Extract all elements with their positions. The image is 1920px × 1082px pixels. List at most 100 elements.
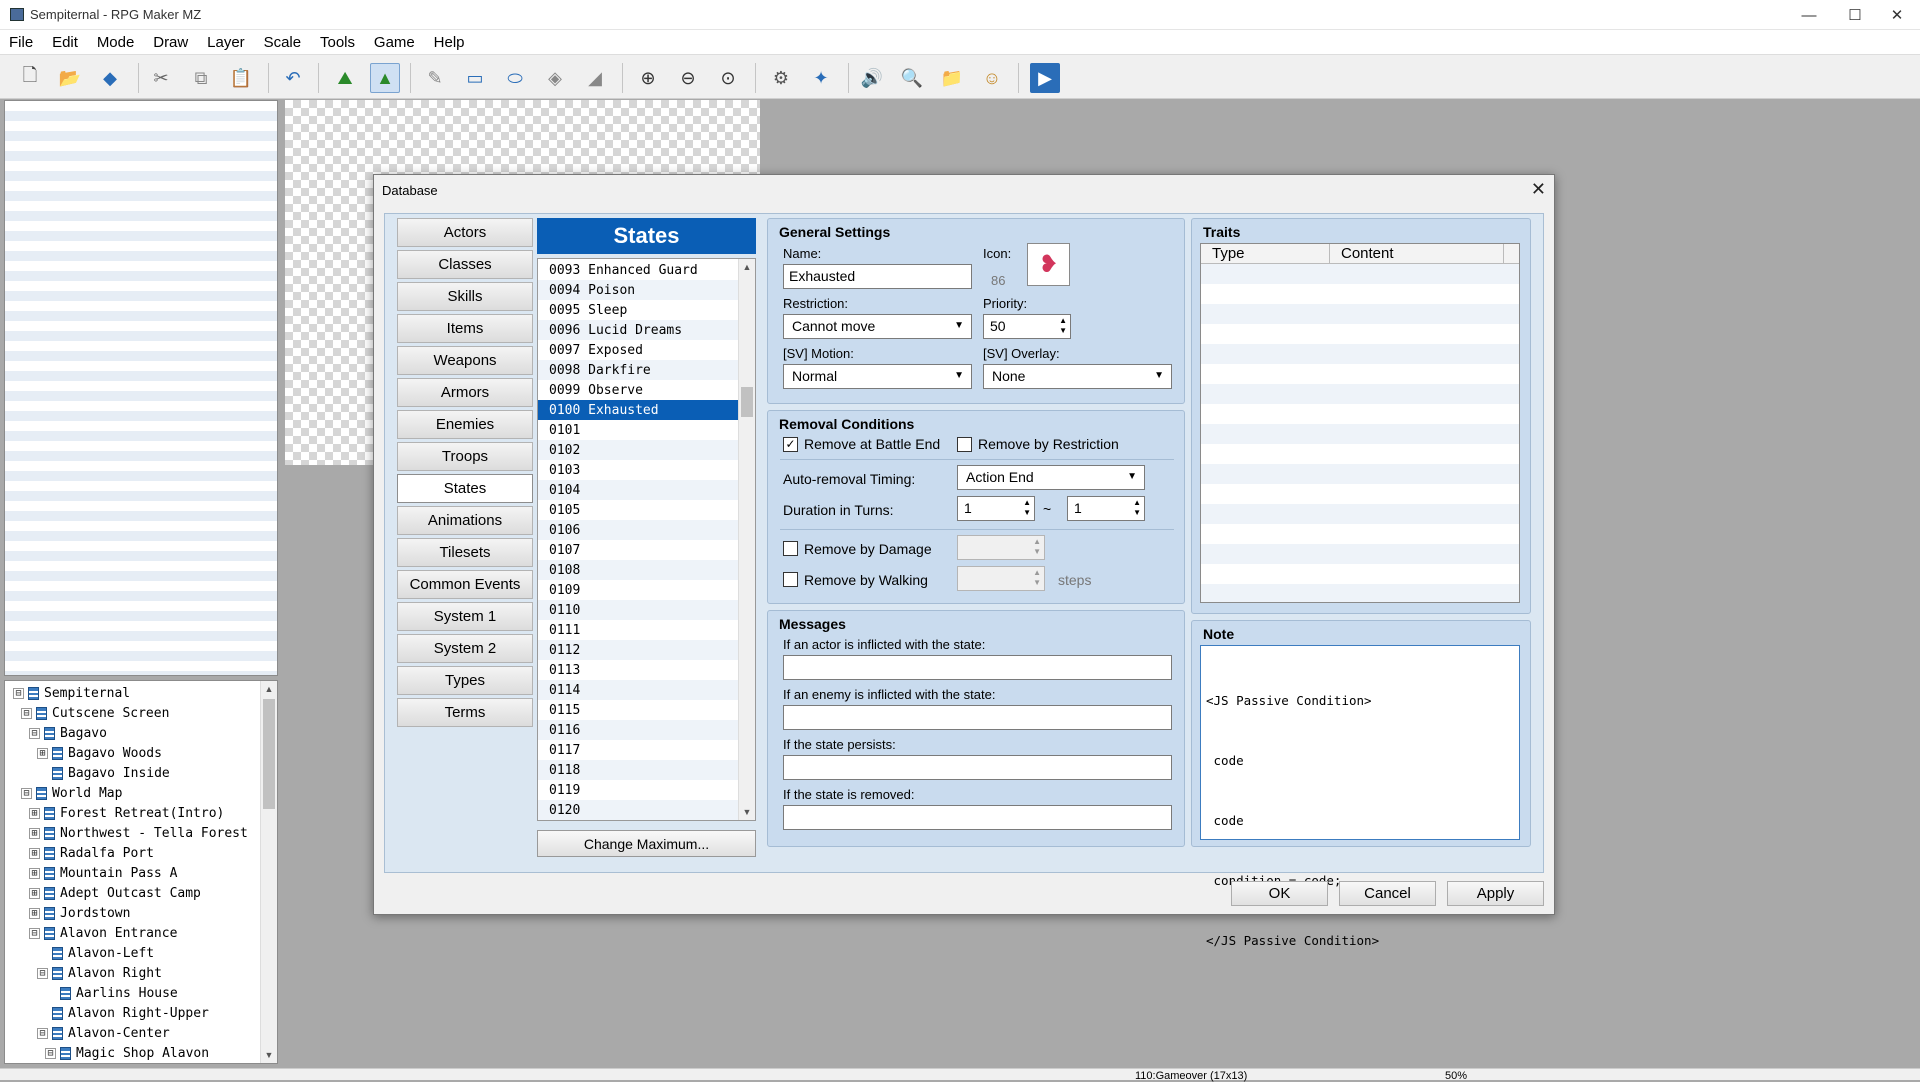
nav-terms[interactable]: Terms	[397, 698, 533, 727]
state-list-item[interactable]: 0094 Poison	[538, 280, 738, 300]
state-list-item[interactable]: 0117	[538, 740, 738, 760]
state-list-item[interactable]: 0107	[538, 540, 738, 560]
menu-mode[interactable]: Mode	[91, 30, 141, 51]
map-tree-item[interactable]: Aarlins House	[45, 983, 178, 1003]
nav-common-events[interactable]: Common Events	[397, 570, 533, 599]
map-tree-item[interactable]: ⊟ Alavon Right	[37, 963, 162, 983]
dialog-close-icon[interactable]: ✕	[1531, 179, 1546, 200]
state-list-item[interactable]: 0110	[538, 600, 738, 620]
spin-down-icon[interactable]: ▼	[1023, 509, 1031, 517]
state-list-item[interactable]: 0118	[538, 760, 738, 780]
state-list-item[interactable]: 0101	[538, 420, 738, 440]
priority-spinner[interactable]: 50 ▲ ▼	[983, 314, 1071, 339]
menu-game[interactable]: Game	[368, 30, 421, 51]
heart-icon[interactable]: ❥	[1027, 243, 1070, 286]
restriction-dropdown[interactable]: Cannot move ▼	[783, 314, 972, 339]
scroll-up-icon[interactable]: ▲	[739, 259, 755, 275]
copy-icon[interactable]: ⧉	[186, 63, 216, 93]
change-maximum-button[interactable]: Change Maximum...	[537, 830, 756, 857]
tileset-panel[interactable]	[4, 100, 278, 676]
map-tree-item[interactable]: ⊞ Northwest - Tella Forest	[29, 823, 248, 843]
state-list-item[interactable]: 0100 Exhausted	[538, 400, 738, 420]
remove-by-walking-checkbox[interactable]	[783, 572, 798, 587]
state-list-item[interactable]: 0113	[538, 660, 738, 680]
state-list-item[interactable]: 0105	[538, 500, 738, 520]
nav-system-2[interactable]: System 2	[397, 634, 533, 663]
remove-by-damage-checkbox[interactable]	[783, 541, 798, 556]
nav-skills[interactable]: Skills	[397, 282, 533, 311]
nav-classes[interactable]: Classes	[397, 250, 533, 279]
map-tree-item[interactable]: Bagavo Inside	[37, 763, 170, 783]
state-list-item[interactable]: 0119	[538, 780, 738, 800]
nav-enemies[interactable]: Enemies	[397, 410, 533, 439]
expand-toggle-icon[interactable]: ⊟	[29, 727, 40, 739]
expand-toggle-icon[interactable]: ⊞	[29, 847, 40, 859]
maximize-button[interactable]: ☐	[1832, 0, 1878, 30]
name-field[interactable]: Exhausted	[783, 264, 972, 289]
event-mode-icon[interactable]: ▲	[370, 63, 400, 93]
menu-draw[interactable]: Draw	[147, 30, 194, 51]
sound-test-icon[interactable]: 🔊	[857, 63, 887, 93]
overlay-dropdown[interactable]: None ▼	[983, 364, 1172, 389]
nav-weapons[interactable]: Weapons	[397, 346, 533, 375]
msg-removed-field[interactable]	[783, 805, 1172, 830]
map-tree-item[interactable]: ⊞ Mountain Pass A	[29, 863, 177, 883]
nav-states[interactable]: States	[397, 474, 533, 503]
state-list-item[interactable]: 0109	[538, 580, 738, 600]
map-tree-item[interactable]: ⊞ Forest Retreat(Intro)	[29, 803, 224, 823]
state-list-item[interactable]: 0096 Lucid Dreams	[538, 320, 738, 340]
state-list-item[interactable]: 0108	[538, 560, 738, 580]
expand-toggle-icon[interactable]: ⊞	[29, 807, 40, 819]
paste-icon[interactable]: 📋	[226, 63, 256, 93]
menu-edit[interactable]: Edit	[46, 30, 84, 51]
scroll-down-icon[interactable]: ▼	[739, 804, 755, 820]
state-list-item[interactable]: 0103	[538, 460, 738, 480]
expand-toggle-icon[interactable]: ⊟	[21, 707, 32, 719]
save-project-icon[interactable]: ◆	[95, 63, 125, 93]
map-tree-item[interactable]: ⊟ Alavon-Center	[37, 1023, 170, 1043]
cancel-button[interactable]: Cancel	[1339, 881, 1436, 906]
zoom-actual-icon[interactable]: ⊙	[713, 63, 743, 93]
msg-actor-field[interactable]	[783, 655, 1172, 680]
resource-manager-icon[interactable]: 📁	[937, 63, 967, 93]
expand-toggle-icon[interactable]: ⊞	[37, 747, 48, 759]
scroll-thumb[interactable]	[263, 699, 275, 809]
scroll-thumb[interactable]	[741, 387, 753, 417]
scroll-down-icon[interactable]: ▼	[261, 1047, 277, 1063]
map-tree-item[interactable]: ⊞ Jordstown	[29, 903, 130, 923]
pencil-icon[interactable]: ✎	[420, 63, 450, 93]
new-project-icon[interactable]: 🗋	[15, 63, 45, 93]
state-list-item[interactable]: 0106	[538, 520, 738, 540]
zoom-in-icon[interactable]: ⊕	[633, 63, 663, 93]
shadow-pen-icon[interactable]: ◢	[580, 63, 610, 93]
note-textarea[interactable]: <JS Passive Condition> code code conditi…	[1200, 645, 1520, 948]
undo-icon[interactable]: ↶	[278, 63, 308, 93]
zoom-out-icon[interactable]: ⊖	[673, 63, 703, 93]
expand-toggle-icon[interactable]: ⊟	[37, 1027, 48, 1039]
expand-toggle-icon[interactable]: ⊟	[13, 687, 24, 699]
expand-toggle-icon[interactable]: ⊟	[29, 927, 40, 939]
map-tree-item[interactable]: ⊟ Magic Shop Alavon	[45, 1043, 209, 1063]
plugin-manager-icon[interactable]: ✦	[806, 63, 836, 93]
duration-min-spinner[interactable]: 1 ▲ ▼	[957, 496, 1035, 521]
msg-persists-field[interactable]	[783, 755, 1172, 780]
state-list-item[interactable]: 0111	[538, 620, 738, 640]
map-tree-item[interactable]: Alavon-Left	[37, 943, 154, 963]
state-list-item[interactable]: 0114	[538, 680, 738, 700]
ok-button[interactable]: OK	[1231, 881, 1328, 906]
nav-actors[interactable]: Actors	[397, 218, 533, 247]
database-icon[interactable]: ⚙	[766, 63, 796, 93]
map-mode-icon[interactable]: ⛰	[330, 63, 360, 93]
states-scrollbar[interactable]: ▲ ▼	[738, 259, 755, 820]
map-tree-item[interactable]: ⊟ Alavon Entrance	[29, 923, 177, 943]
remove-by-restriction-checkbox[interactable]	[957, 437, 972, 452]
nav-system-1[interactable]: System 1	[397, 602, 533, 631]
menu-scale[interactable]: Scale	[258, 30, 308, 51]
msg-enemy-field[interactable]	[783, 705, 1172, 730]
state-list-item[interactable]: 0098 Darkfire	[538, 360, 738, 380]
expand-toggle-icon[interactable]: ⊞	[29, 867, 40, 879]
nav-tilesets[interactable]: Tilesets	[397, 538, 533, 567]
nav-items[interactable]: Items	[397, 314, 533, 343]
expand-toggle-icon[interactable]: ⊟	[37, 967, 48, 979]
nav-types[interactable]: Types	[397, 666, 533, 695]
